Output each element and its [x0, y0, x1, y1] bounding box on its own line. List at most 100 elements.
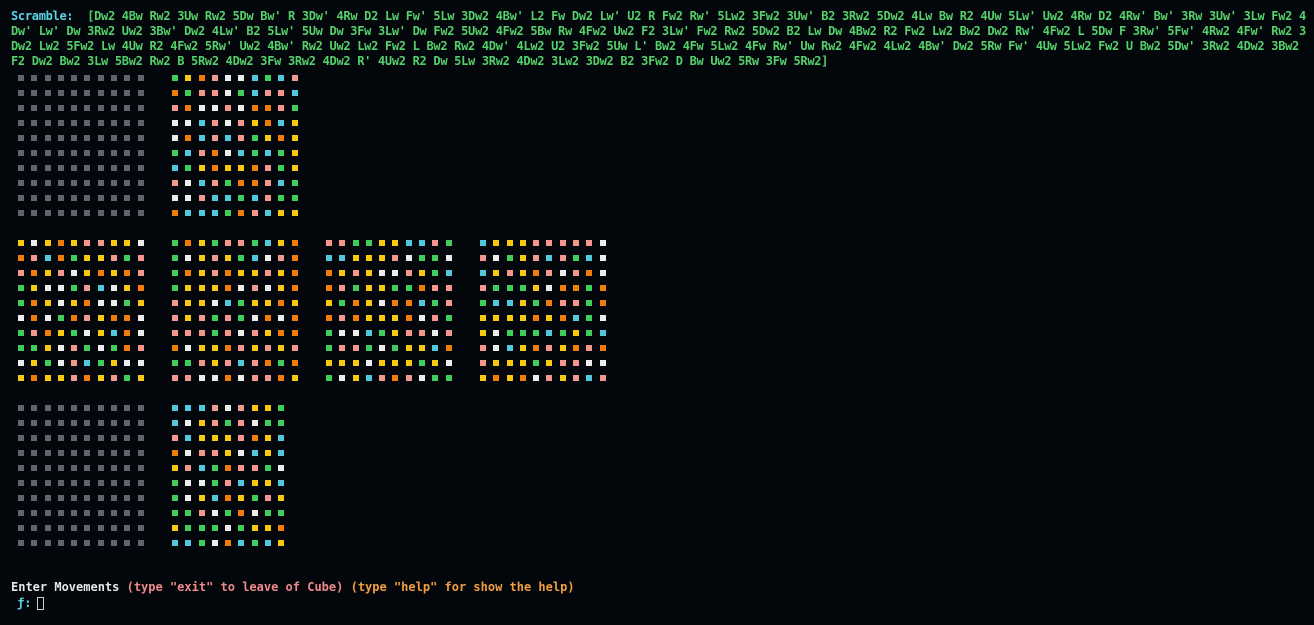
sticker: [57, 330, 64, 336]
sticker: [84, 285, 91, 291]
sticker: [432, 240, 439, 246]
sticker: [124, 195, 131, 201]
sticker: [533, 345, 540, 351]
sticker: [251, 495, 258, 501]
sticker: [238, 420, 245, 426]
sticker: [18, 75, 24, 81]
sticker: [137, 180, 144, 186]
sticker: [365, 240, 372, 246]
sticker: [291, 315, 298, 321]
sticker: [111, 435, 118, 441]
sticker: [124, 150, 131, 156]
sticker: [493, 315, 500, 321]
sticker: [71, 285, 78, 291]
sticker: [225, 150, 232, 156]
sticker: [71, 90, 78, 96]
sticker: [225, 210, 232, 216]
sticker: [172, 165, 178, 171]
sticker: [225, 180, 232, 186]
sticker: [111, 420, 118, 426]
sticker: [71, 75, 78, 81]
sticker: [278, 525, 285, 531]
sticker: [111, 255, 118, 261]
prompt-instructions: Enter Movements (type "exit" to leave of…: [11, 580, 575, 595]
sticker: [57, 105, 64, 111]
sticker: [445, 270, 452, 276]
sticker: [71, 195, 78, 201]
sticker: [278, 375, 285, 381]
sticker: [339, 375, 346, 381]
sticker: [251, 450, 258, 456]
sticker: [238, 210, 245, 216]
sticker: [419, 300, 426, 306]
sticker: [419, 270, 426, 276]
sticker: [599, 240, 606, 246]
sticker: [546, 270, 553, 276]
sticker: [559, 375, 566, 381]
sticker: [379, 330, 386, 336]
sticker: [97, 420, 104, 426]
sticker: [559, 330, 566, 336]
sticker: [265, 75, 272, 81]
sticker: [198, 360, 205, 366]
sticker: [185, 495, 192, 501]
face-down: [172, 405, 298, 546]
sticker: [18, 210, 24, 216]
sticker: [265, 495, 272, 501]
sticker: [533, 300, 540, 306]
sticker: [71, 210, 78, 216]
sticker: [352, 285, 359, 291]
sticker: [278, 435, 285, 441]
sticker: [251, 360, 258, 366]
sticker: [18, 420, 24, 426]
sticker: [352, 240, 359, 246]
sticker: [18, 345, 24, 351]
sticker: [586, 315, 593, 321]
sticker: [586, 255, 593, 261]
sticker: [405, 300, 412, 306]
sticker: [291, 345, 298, 351]
sticker: [493, 300, 500, 306]
sticker: [278, 120, 285, 126]
sticker: [71, 510, 78, 516]
sticker: [278, 180, 285, 186]
command-input-line[interactable]: ƒ:: [17, 596, 45, 611]
text-cursor[interactable]: [37, 597, 45, 610]
sticker: [84, 270, 91, 276]
sticker: [559, 345, 566, 351]
sticker: [506, 315, 513, 321]
sticker: [84, 540, 91, 546]
sticker: [251, 180, 258, 186]
sticker: [111, 330, 118, 336]
sticker: [185, 420, 192, 426]
sticker: [432, 300, 439, 306]
sticker: [44, 90, 51, 96]
sticker: [251, 480, 258, 486]
sticker: [480, 330, 486, 336]
sticker: [71, 150, 78, 156]
sticker: [18, 90, 24, 96]
sticker: [124, 510, 131, 516]
sticker: [198, 195, 205, 201]
sticker: [432, 255, 439, 261]
sticker: [238, 495, 245, 501]
sticker: [44, 135, 51, 141]
sticker: [84, 315, 91, 321]
sticker: [559, 360, 566, 366]
sticker: [172, 345, 178, 351]
sticker: [84, 180, 91, 186]
sticker: [599, 270, 606, 276]
sticker: [265, 510, 272, 516]
sticker: [379, 315, 386, 321]
sticker: [238, 300, 245, 306]
sticker: [71, 480, 78, 486]
sticker: [379, 360, 386, 366]
sticker: [586, 330, 593, 336]
sticker: [546, 300, 553, 306]
sticker: [278, 210, 285, 216]
sticker: [97, 120, 104, 126]
sticker: [405, 285, 412, 291]
sticker: [57, 195, 64, 201]
sticker: [559, 285, 566, 291]
sticker: [211, 540, 218, 546]
